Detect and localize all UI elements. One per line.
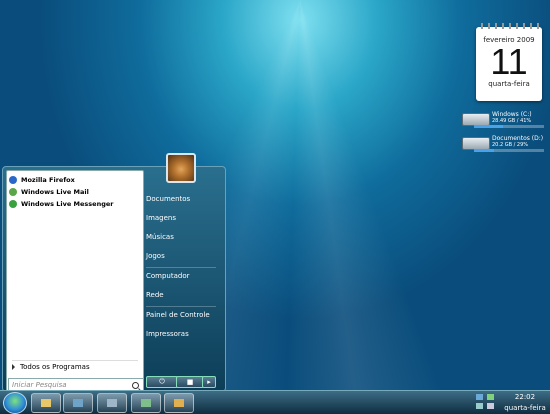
drive-usage-bar — [474, 125, 544, 128]
search-icon[interactable] — [132, 381, 139, 389]
start-right-imagens[interactable]: Imagens — [146, 211, 222, 225]
start-item-firefox[interactable]: Mozilla Firefox — [9, 174, 139, 185]
start-button[interactable] — [3, 392, 27, 414]
drive-gadget-d[interactable]: Documentos (D:) 20.2 GB / 29% — [462, 135, 544, 155]
drive-name: Documentos (D:) — [492, 135, 544, 142]
power-options-button[interactable]: ▸ — [202, 376, 216, 388]
start-right-documentos[interactable]: Documentos — [146, 192, 222, 206]
taskbar-button-media[interactable] — [63, 393, 93, 413]
lock-icon: ■ — [186, 378, 194, 386]
folder-icon — [41, 399, 51, 407]
sync-icon[interactable] — [487, 394, 494, 400]
start-item-label: Windows Live Messenger — [21, 199, 114, 208]
drive-usage-fill — [474, 125, 503, 128]
live-mail-icon — [9, 187, 17, 196]
drive-gadget-c[interactable]: Windows (C:) 28.49 GB / 41% — [462, 111, 544, 131]
photo-icon — [141, 399, 151, 407]
taskbar-button-tools[interactable] — [97, 393, 127, 413]
start-right-painel[interactable]: Painel de Controle — [146, 308, 222, 322]
power-icon: ⏻ — [159, 377, 165, 386]
taskbar-button-photo[interactable] — [131, 393, 161, 413]
start-right-impressoras[interactable]: Impressoras — [146, 327, 222, 341]
start-right-jogos[interactable]: Jogos — [146, 249, 222, 263]
drive-usage-fill — [474, 149, 495, 152]
start-item-messenger[interactable]: Windows Live Messenger — [9, 198, 139, 209]
drive-name: Windows (C:) — [492, 111, 532, 118]
volume-icon[interactable] — [487, 403, 494, 409]
start-item-live-mail[interactable]: Windows Live Mail — [9, 186, 139, 197]
lock-button[interactable]: ■ — [176, 376, 204, 388]
menu-separator — [146, 306, 216, 307]
messenger-icon — [9, 199, 17, 208]
start-menu-programs-pane: Mozilla Firefox Windows Live Mail Window… — [6, 170, 144, 392]
taskbar-button-explorer[interactable] — [31, 393, 61, 413]
start-item-label: Windows Live Mail — [21, 187, 89, 196]
shutdown-button[interactable]: ⏻ — [146, 376, 178, 388]
clock-time[interactable]: 22:02 — [502, 393, 548, 401]
calendar-day: 11 — [490, 41, 528, 82]
monitor-icon — [73, 399, 83, 407]
calendar-weekday: quarta-feira — [488, 80, 530, 88]
taskbar-button-player[interactable] — [164, 393, 194, 413]
network-icon[interactable] — [476, 394, 483, 400]
drive-usage: 28.49 GB / 41% — [492, 118, 532, 124]
player-icon — [174, 399, 184, 407]
flag-icon[interactable] — [476, 403, 483, 409]
calendar-rings — [476, 23, 542, 29]
firefox-icon — [9, 175, 17, 184]
start-right-rede[interactable]: Rede — [146, 288, 222, 302]
search-placeholder: Iniciar Pesquisa — [12, 381, 67, 389]
start-item-label: Mozilla Firefox — [21, 175, 75, 184]
all-programs-label: Todos os Programas — [20, 362, 90, 371]
user-avatar[interactable] — [166, 153, 196, 183]
menu-separator — [146, 267, 216, 268]
calendar-gadget[interactable]: fevereiro 2009 11 quarta-feira — [476, 23, 542, 101]
arrow-right-icon — [12, 363, 15, 370]
start-menu: Mozilla Firefox Windows Live Mail Window… — [2, 166, 226, 392]
all-programs-item[interactable]: Todos os Programas — [12, 360, 138, 372]
start-right-musicas[interactable]: Músicas — [146, 230, 222, 244]
drive-usage: 20.2 GB / 29% — [492, 142, 529, 148]
drive-usage-bar — [474, 149, 544, 152]
clock-day[interactable]: quarta-feira — [502, 404, 548, 412]
tools-icon — [107, 399, 117, 407]
chevron-right-icon: ▸ — [207, 378, 211, 386]
start-right-computador[interactable]: Computador — [146, 269, 222, 283]
